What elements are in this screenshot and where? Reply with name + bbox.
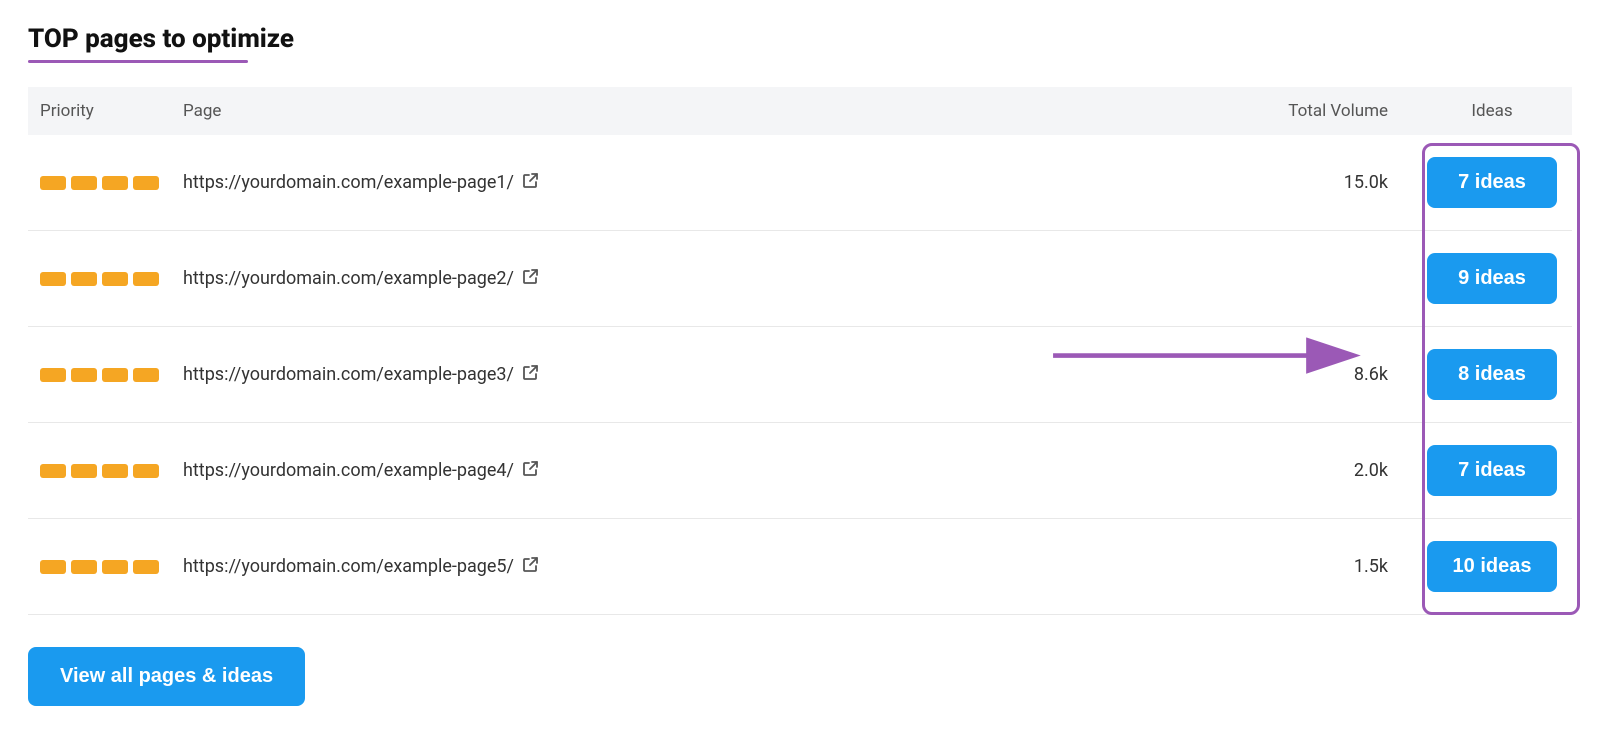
priority-bar (102, 560, 128, 574)
priority-cell (28, 519, 171, 615)
page-cell: https://yourdomain.com/example-page2/ (171, 231, 1212, 327)
ideas-button[interactable]: 7 ideas (1427, 445, 1557, 496)
external-link-icon (522, 363, 540, 386)
priority-bars (40, 368, 159, 382)
title-underline (28, 60, 248, 63)
table-row: https://yourdomain.com/example-page3/ 8.… (28, 327, 1572, 423)
priority-bars (40, 560, 159, 574)
priority-bar (40, 464, 66, 478)
external-link-icon (522, 555, 540, 578)
col-header-volume: Total Volume (1212, 87, 1412, 135)
ideas-button[interactable]: 10 ideas (1427, 541, 1557, 592)
priority-bar (71, 176, 97, 190)
ideas-button[interactable]: 7 ideas (1427, 157, 1557, 208)
volume-cell: 8.6k (1212, 327, 1412, 423)
priority-bars (40, 176, 159, 190)
ideas-button[interactable]: 9 ideas (1427, 253, 1557, 304)
table-row: https://yourdomain.com/example-page4/ 2.… (28, 423, 1572, 519)
priority-bars (40, 464, 159, 478)
priority-bar (102, 176, 128, 190)
priority-bar (71, 464, 97, 478)
priority-cell (28, 423, 171, 519)
table-row: https://yourdomain.com/example-page2/ 9 … (28, 231, 1572, 327)
volume-cell: 1.5k (1212, 519, 1412, 615)
volume-cell (1212, 231, 1412, 327)
table-wrapper: Priority Page Total Volume Ideas https:/… (28, 87, 1572, 615)
priority-cell (28, 231, 171, 327)
priority-bar (102, 464, 128, 478)
col-header-page: Page (171, 87, 1212, 135)
ideas-button[interactable]: 8 ideas (1427, 349, 1557, 400)
ideas-cell: 7 ideas (1412, 135, 1572, 231)
widget-container: TOP pages to optimize Priority Page Tota… (28, 24, 1572, 706)
priority-bar (40, 560, 66, 574)
priority-cell (28, 135, 171, 231)
priority-bar (133, 464, 159, 478)
page-url-link[interactable]: https://yourdomain.com/example-page1/ (183, 171, 540, 194)
priority-bar (71, 368, 97, 382)
priority-bar (40, 368, 66, 382)
priority-bar (102, 272, 128, 286)
ideas-cell: 7 ideas (1412, 423, 1572, 519)
priority-bar (71, 272, 97, 286)
priority-cell (28, 327, 171, 423)
page-url-link[interactable]: https://yourdomain.com/example-page3/ (183, 363, 540, 386)
page-cell: https://yourdomain.com/example-page5/ (171, 519, 1212, 615)
col-header-priority: Priority (28, 87, 171, 135)
table-header-row: Priority Page Total Volume Ideas (28, 87, 1572, 135)
external-link-icon (522, 459, 540, 482)
table-row: https://yourdomain.com/example-page5/ 1.… (28, 519, 1572, 615)
priority-bar (133, 560, 159, 574)
ideas-cell: 8 ideas (1412, 327, 1572, 423)
pages-table: Priority Page Total Volume Ideas https:/… (28, 87, 1572, 615)
priority-bar (71, 560, 97, 574)
view-all-button[interactable]: View all pages & ideas (28, 647, 305, 706)
page-url-link[interactable]: https://yourdomain.com/example-page5/ (183, 555, 540, 578)
col-header-ideas: Ideas (1412, 87, 1572, 135)
external-link-icon (522, 267, 540, 290)
page-cell: https://yourdomain.com/example-page4/ (171, 423, 1212, 519)
volume-cell: 15.0k (1212, 135, 1412, 231)
page-cell: https://yourdomain.com/example-page1/ (171, 135, 1212, 231)
widget-title: TOP pages to optimize (28, 24, 1572, 54)
priority-bar (133, 368, 159, 382)
table-row: https://yourdomain.com/example-page1/ 15… (28, 135, 1572, 231)
ideas-cell: 9 ideas (1412, 231, 1572, 327)
volume-cell: 2.0k (1212, 423, 1412, 519)
priority-bar (40, 272, 66, 286)
page-url-link[interactable]: https://yourdomain.com/example-page4/ (183, 459, 540, 482)
priority-bar (40, 176, 66, 190)
external-link-icon (522, 171, 540, 194)
priority-bars (40, 272, 159, 286)
ideas-cell: 10 ideas (1412, 519, 1572, 615)
page-cell: https://yourdomain.com/example-page3/ (171, 327, 1212, 423)
priority-bar (102, 368, 128, 382)
page-url-link[interactable]: https://yourdomain.com/example-page2/ (183, 267, 540, 290)
priority-bar (133, 272, 159, 286)
priority-bar (133, 176, 159, 190)
